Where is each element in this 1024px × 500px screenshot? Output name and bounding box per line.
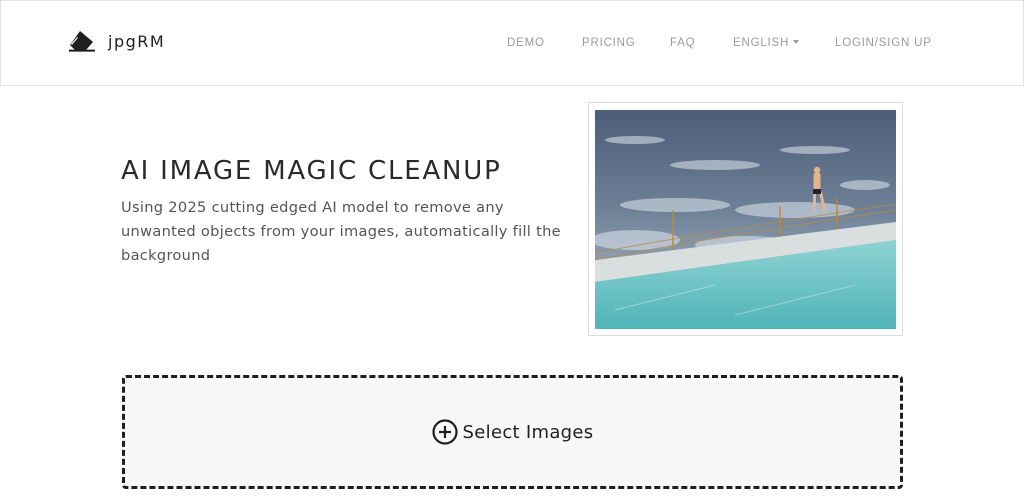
eraser-icon bbox=[69, 31, 95, 52]
select-images-label: Select Images bbox=[462, 421, 594, 443]
upload-dropzone[interactable]: Select Images bbox=[122, 375, 903, 489]
hero-title: AI IMAGE MAGIC CLEANUP bbox=[121, 156, 502, 186]
hero-description: Using 2025 cutting edged AI model to rem… bbox=[121, 199, 561, 264]
nav-language-dropdown[interactable]: ENGLISH bbox=[733, 37, 800, 49]
nav-language-label: ENGLISH bbox=[733, 37, 790, 49]
brand-logo[interactable]: jpgRM bbox=[69, 30, 165, 52]
ocean-pool-photo bbox=[595, 110, 896, 329]
caret-down-icon bbox=[793, 40, 800, 44]
nav-faq[interactable]: FAQ bbox=[670, 37, 695, 49]
plus-circle-icon bbox=[431, 419, 458, 445]
nav-pricing[interactable]: PRICING bbox=[582, 37, 636, 49]
nav-login-signup[interactable]: LOGIN/SIGN UP bbox=[835, 37, 932, 49]
hero-image bbox=[588, 102, 903, 336]
navbar: jpgRM DEMO PRICING FAQ ENGLISH LOGIN/SIG… bbox=[0, 0, 1024, 86]
brand-name: jpgRM bbox=[108, 31, 166, 51]
nav-demo[interactable]: DEMO bbox=[507, 37, 545, 49]
select-images-button[interactable]: Select Images bbox=[431, 419, 594, 445]
